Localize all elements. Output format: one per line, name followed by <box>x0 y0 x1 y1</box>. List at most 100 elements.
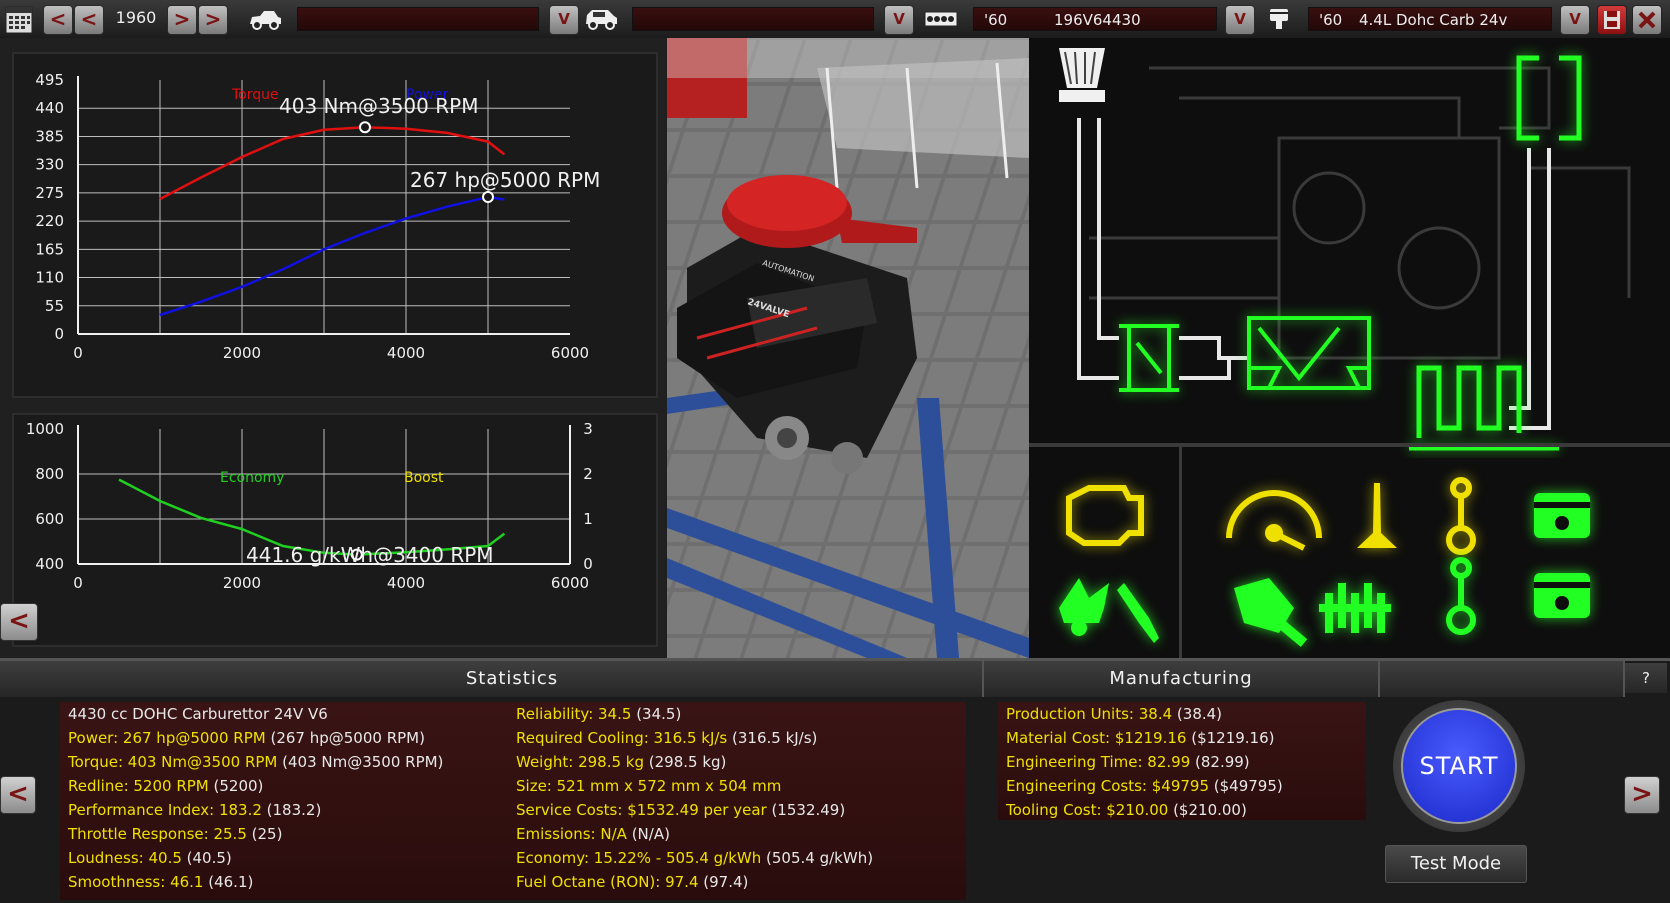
stat-raw-value: (46.1) <box>203 873 254 891</box>
carburettor-icon[interactable] <box>1119 324 1179 392</box>
start-button-ring: START <box>1393 700 1525 832</box>
stat-value: Torque: 403 Nm@3500 RPM <box>68 753 278 771</box>
x-tick-label: 2000 <box>223 574 261 592</box>
stat-raw-value: (25) <box>246 825 283 843</box>
year-prev-button[interactable]: < <box>74 5 104 35</box>
gauge-part-icon[interactable] <box>1226 490 1322 551</box>
y2-tick-label: 0 <box>583 555 593 573</box>
calendar-icon[interactable] <box>5 4 33 34</box>
stat-value: Fuel Octane (RON): 97.4 <box>516 873 699 891</box>
stat-raw-value: ($210.00) <box>1168 801 1247 819</box>
year-value: 1960 <box>115 8 157 27</box>
y2-tick-label: 1 <box>583 510 593 528</box>
engine-schematic-panel <box>1029 38 1670 658</box>
series-line-power <box>159 195 505 317</box>
family-name: 196V64430 <box>1054 11 1141 29</box>
help-button[interactable]: ? <box>1625 663 1667 693</box>
economy-min-annotation: 441.6 g/kWh@3400 RPM <box>246 543 494 567</box>
chassis-dropdown-button[interactable]: V <box>549 5 579 35</box>
y-tick-label: 110 <box>35 269 64 287</box>
stat-row: Smoothness: 46.1 (46.1) <box>68 870 253 894</box>
variant-dropdown-button[interactable]: V <box>1560 5 1590 35</box>
engine-block-icon <box>924 9 958 33</box>
crankshaft-part-icon[interactable] <box>1319 583 1391 633</box>
test-mode-button[interactable]: Test Mode <box>1385 845 1527 883</box>
stat-row: Size: 521 mm x 572 mm x 504 mm <box>516 774 781 798</box>
stat-value: Tooling Cost: $210.00 <box>1006 801 1169 819</box>
x-tick-label: 2000 <box>223 344 261 362</box>
air-filter-icon[interactable] <box>1059 48 1105 102</box>
boost-legend: Boost <box>404 470 444 486</box>
x-tick-label: 0 <box>73 574 83 592</box>
exhaust-headers-icon[interactable] <box>1409 365 1559 451</box>
statistics-box: 4430 cc DOHC Carburettor 24V V6 Power: 26… <box>60 702 966 900</box>
year-next-button[interactable]: > <box>167 5 197 35</box>
y-tick-label: 220 <box>35 212 64 230</box>
x-tick-label: 6000 <box>551 574 589 592</box>
stat-raw-value: (298.5 kg) <box>644 753 727 771</box>
torque-peak-marker <box>359 121 371 134</box>
trim-field[interactable] <box>632 7 874 31</box>
power-peak-marker <box>482 190 494 203</box>
y-tick-label: 495 <box>35 71 64 89</box>
torque-legend: Torque <box>232 87 279 103</box>
y-tick-label: 0 <box>54 325 64 343</box>
stat-row: Fuel Octane (RON): 97.4 (97.4) <box>516 870 748 894</box>
head-tuning-part-icon[interactable] <box>1234 578 1308 647</box>
y-tick-label: 1000 <box>26 420 64 438</box>
year-prev-fast-button[interactable]: < <box>43 5 73 35</box>
stat-value: Service Costs: $1532.49 per year <box>516 801 767 819</box>
stat-value: Emissions: N/A <box>516 825 627 843</box>
stat-raw-value: (403 Nm@3500 RPM) <box>277 753 444 771</box>
x-tick-label: 4000 <box>387 344 425 362</box>
stat-value: Economy: 15.22% - 505.4 g/kWh <box>516 849 762 867</box>
stat-row: Required Cooling: 316.5 kJ/s (316.5 kJ/s… <box>516 726 817 750</box>
engine-family-field[interactable]: '60 196V64430 <box>973 7 1217 31</box>
stat-row: Redline: 5200 RPM (5200) <box>68 774 263 798</box>
y2-tick-label: 2 <box>583 465 593 483</box>
stat-row: Engineering Costs: $49795 ($49795) <box>1006 774 1283 798</box>
conrod-part-icon[interactable] <box>1446 477 1476 555</box>
stat-row: Production Units: 38.4 (38.4) <box>1006 702 1222 726</box>
stat-raw-value: (38.4) <box>1172 705 1223 723</box>
variant-name: 4.4L Dohc Carb 24v <box>1359 11 1508 29</box>
trim-dropdown-button[interactable]: V <box>884 5 914 35</box>
chassis-field[interactable] <box>297 7 539 31</box>
manufacturing-rows: Production Units: 38.4 (38.4) Material Co… <box>1006 702 1366 820</box>
header-spacer <box>1380 661 1625 697</box>
stat-value: Reliability: 34.5 <box>516 705 632 723</box>
conrod-tuned-part-icon[interactable] <box>1446 557 1476 635</box>
y2-tick-label: 3 <box>583 420 593 438</box>
stat-row: Throttle Response: 25.5 (25) <box>68 822 282 846</box>
close-icon[interactable] <box>1632 5 1662 35</box>
family-dropdown-button[interactable]: V <box>1225 5 1255 35</box>
stat-raw-value: (267 hp@5000 RPM) <box>265 729 425 747</box>
spark-plug-part-icon[interactable] <box>1117 583 1159 643</box>
stat-row: Engineering Time: 82.99 (82.99) <box>1006 750 1250 774</box>
start-button[interactable]: START <box>1401 708 1517 824</box>
stat-value: Required Cooling: 316.5 kJ/s <box>516 729 728 747</box>
stats-prev-button[interactable]: < <box>0 776 36 814</box>
stat-row: Economy: 15.22% - 505.4 g/kWh (505.4 g/k… <box>516 846 873 870</box>
x-tick-label: 0 <box>73 344 83 362</box>
y-tick-label: 400 <box>35 555 64 573</box>
save-icon[interactable] <box>1597 5 1627 35</box>
engine-variant-field[interactable]: '60 4.4L Dohc Carb 24v <box>1308 7 1552 31</box>
stat-raw-value: (97.4) <box>698 873 749 891</box>
engine-block-part-icon[interactable] <box>1066 485 1144 546</box>
valve-part-icon[interactable] <box>1357 483 1397 548</box>
stat-raw-value: ($1219.16) <box>1186 729 1275 747</box>
stats-next-button[interactable]: > <box>1624 776 1660 814</box>
stat-row: Power: 267 hp@5000 RPM (267 hp@5000 RPM) <box>68 726 425 750</box>
stat-row: Torque: 403 Nm@3500 RPM (403 Nm@3500 RPM… <box>68 750 443 774</box>
panel-back-button[interactable]: < <box>0 603 38 641</box>
engine-3d-view[interactable]: AUTOMATION 24VALVE <box>667 38 1029 658</box>
intake-manifold-icon[interactable] <box>1247 316 1371 390</box>
car-trim-icon <box>584 6 618 36</box>
family-year: '60 <box>984 11 1008 29</box>
piston-tuned-part-icon[interactable] <box>1534 573 1590 618</box>
top-toolbar: < < 1960 > > V V '60 196V64430 V '60 4.4… <box>0 0 1670 39</box>
piston-part-icon[interactable] <box>1534 493 1590 538</box>
ignition-part-icon[interactable] <box>1059 578 1109 636</box>
year-next-fast-button[interactable]: > <box>198 5 228 35</box>
